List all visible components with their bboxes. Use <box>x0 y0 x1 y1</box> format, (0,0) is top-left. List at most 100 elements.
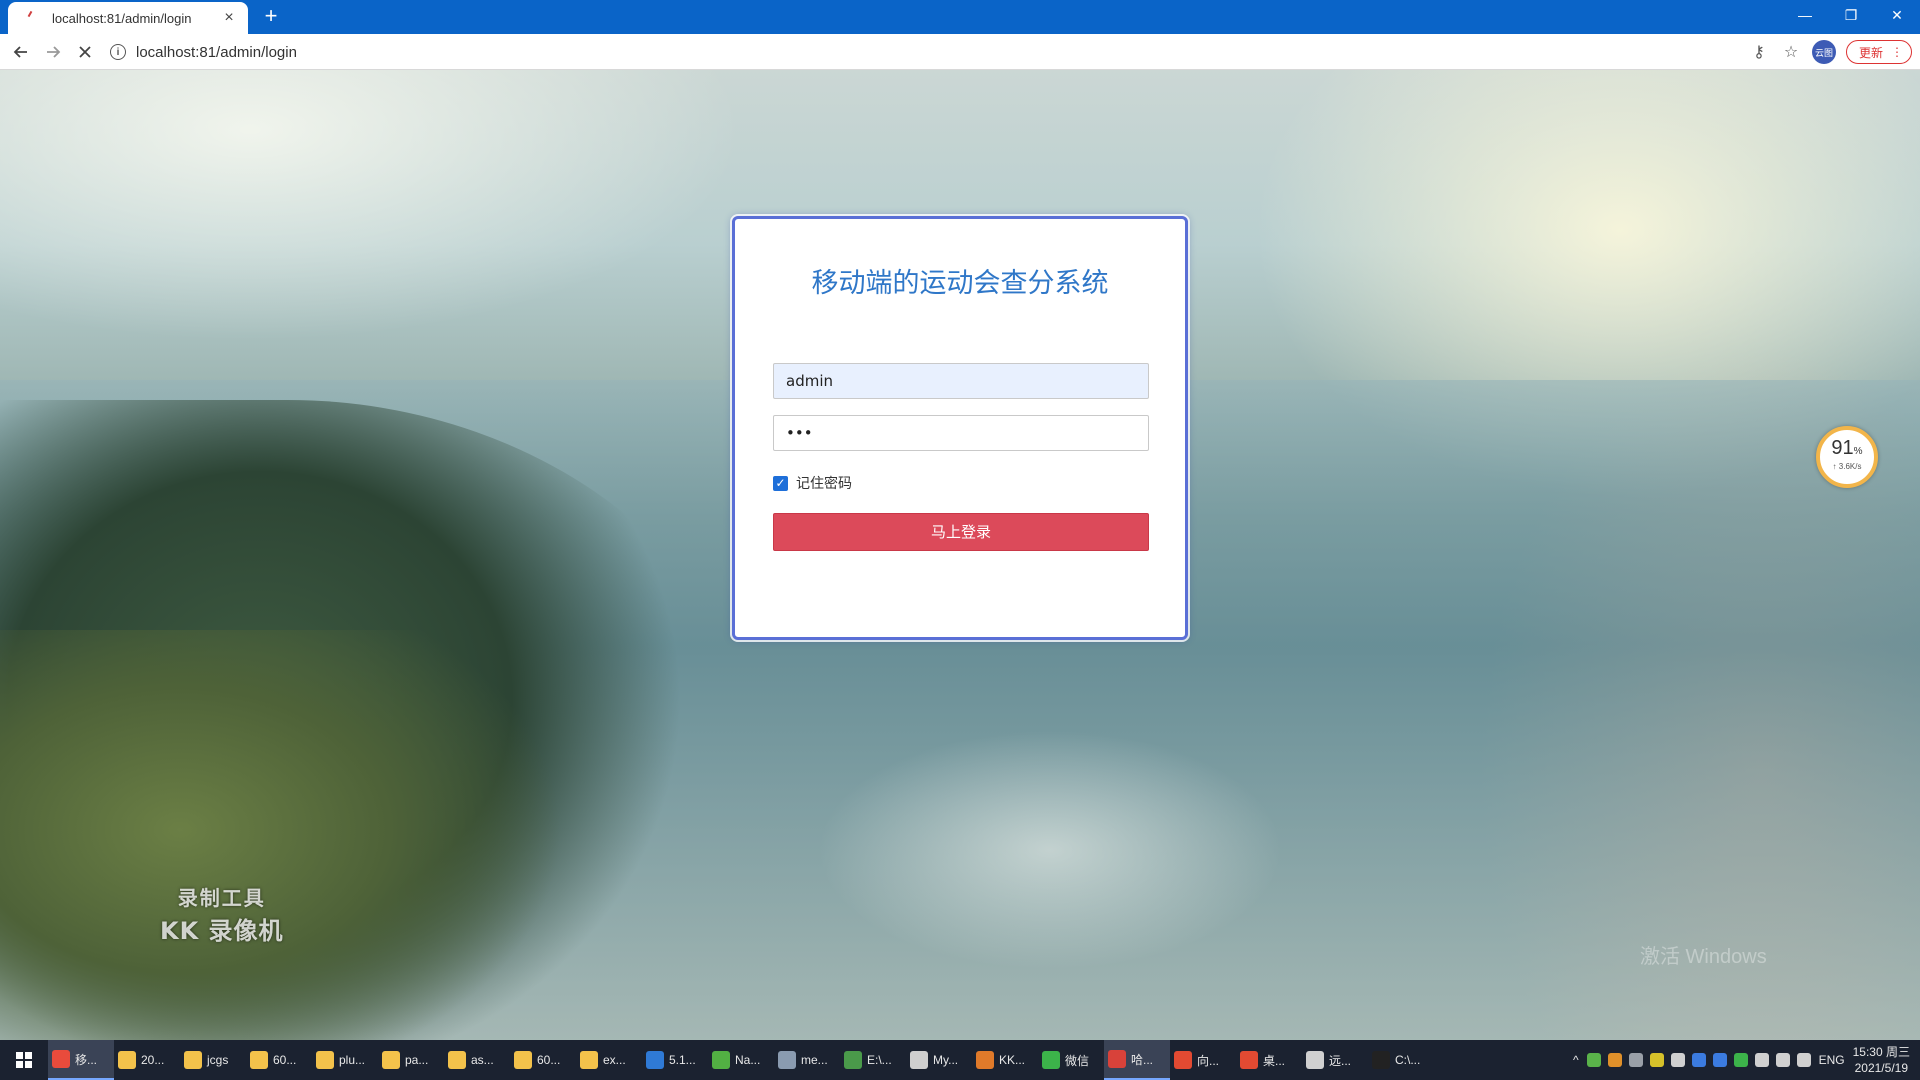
star-icon[interactable]: ☆ <box>1780 42 1802 62</box>
omnibox[interactable]: i localhost:81/admin/login <box>110 38 1790 66</box>
folder-icon <box>514 1051 532 1069</box>
profile-avatar[interactable]: 云图 <box>1811 40 1836 64</box>
new-tab-button[interactable]: + <box>258 4 284 30</box>
network-speed-widget[interactable]: 91% ↑ 3.6K/s <box>1816 426 1878 488</box>
taskbar-item[interactable]: My... <box>906 1040 972 1080</box>
taskbar-item[interactable]: plu... <box>312 1040 378 1080</box>
tray-app-icon[interactable] <box>1733 1053 1748 1067</box>
tray-icons <box>1586 1053 1811 1067</box>
page-title: 移动端的运动会查分系统 <box>811 268 1109 299</box>
loading-favicon-icon <box>22 10 38 26</box>
windows-logo-icon <box>16 1052 32 1068</box>
info-icon[interactable]: i <box>110 44 126 60</box>
navicat-icon <box>712 1051 730 1069</box>
close-tab-icon[interactable]: × <box>220 9 238 27</box>
restore-button[interactable]: ❐ <box>1828 0 1874 30</box>
taskbar-item[interactable]: me... <box>774 1040 840 1080</box>
taskbar-item[interactable]: E:\... <box>840 1040 906 1080</box>
taskbar-item[interactable]: KK... <box>972 1040 1038 1080</box>
taskbar-item[interactable]: 20... <box>114 1040 180 1080</box>
taskbar-item-label: jcgs <box>207 1053 229 1067</box>
language-indicator[interactable]: ENG <box>1819 1053 1845 1067</box>
taskbar-item-label: 向... <box>1197 1053 1220 1068</box>
system-tray: ^ ENG 15:30 周三 2021/5/19 <box>1573 1040 1920 1080</box>
folder-icon <box>580 1051 598 1069</box>
taskbar-item-label: as... <box>471 1053 494 1067</box>
feather-icon <box>910 1051 928 1069</box>
update-label: 更新 <box>1858 45 1883 60</box>
tray-app-icon[interactable] <box>1586 1053 1601 1067</box>
tray-app-icon[interactable] <box>1754 1053 1769 1067</box>
taskbar-item[interactable]: as... <box>444 1040 510 1080</box>
tray-app-icon[interactable] <box>1712 1053 1727 1067</box>
url-text[interactable]: localhost:81/admin/login <box>136 44 297 61</box>
tray-app-icon[interactable] <box>1607 1053 1622 1067</box>
back-button[interactable] <box>8 39 34 65</box>
more-menu-icon[interactable]: ⋮ <box>1891 45 1903 59</box>
taskbar-item-label: 60... <box>537 1053 561 1067</box>
tray-app-icon[interactable] <box>1628 1053 1643 1067</box>
remember-checkbox[interactable]: ✓ <box>773 475 788 491</box>
tray-up-arrow-icon[interactable]: ^ <box>1573 1053 1579 1067</box>
background-grass <box>0 630 680 1040</box>
clock[interactable]: 15:30 周三 2021/5/19 <box>1853 1044 1910 1076</box>
taskbar-item[interactable]: 60... <box>510 1040 576 1080</box>
password-input[interactable] <box>773 415 1149 451</box>
browser-tab-bar: localhost:81/admin/login × + — ❐ ✕ <box>0 0 1920 34</box>
login-button[interactable]: 马上登录 <box>773 513 1149 551</box>
remember-password[interactable]: ✓ 记住密码 <box>773 473 852 493</box>
start-button[interactable] <box>0 1040 48 1080</box>
terminal-icon <box>1372 1051 1390 1069</box>
minimize-button[interactable]: — <box>1782 0 1828 30</box>
taskbar-item-label: 微信 <box>1065 1053 1090 1068</box>
remember-label: 记住密码 <box>796 476 852 492</box>
taskbar-item[interactable]: 向... <box>1170 1040 1236 1080</box>
wechat-icon <box>1042 1051 1060 1069</box>
update-button[interactable]: 更新 ⋮ <box>1845 40 1912 64</box>
stop-loading-button[interactable] <box>72 39 98 65</box>
taskbar-item[interactable]: 桌... <box>1236 1040 1302 1080</box>
tray-app-icon[interactable] <box>1775 1053 1790 1067</box>
taskbar-item-label: pa... <box>405 1053 429 1067</box>
login-card: 移动端的运动会查分系统 ✓ 记住密码 马上登录 <box>732 216 1188 640</box>
speed-percent: 91% <box>1831 437 1863 459</box>
taskbar-item[interactable]: 5.1... <box>642 1040 708 1080</box>
key-icon[interactable]: ⚷ <box>1748 42 1770 62</box>
app-icon <box>1108 1050 1126 1068</box>
address-bar: i localhost:81/admin/login ⚷ ☆ 云图 更新 ⋮ <box>0 34 1920 70</box>
browser-tab[interactable]: localhost:81/admin/login × <box>8 2 248 34</box>
background-surf <box>700 670 1400 1030</box>
recorder-watermark: 录制工具 KK 录像机 <box>160 886 284 945</box>
close-window-button[interactable]: ✕ <box>1874 0 1920 30</box>
taskbar-item[interactable]: 60... <box>246 1040 312 1080</box>
taskbar-item-label: plu... <box>339 1053 366 1067</box>
tray-app-icon[interactable] <box>1649 1053 1664 1067</box>
taskbar-item[interactable]: jcgs <box>180 1040 246 1080</box>
username-input[interactable] <box>773 363 1149 399</box>
taskbar-item[interactable]: 远... <box>1302 1040 1368 1080</box>
taskbar-item-label: 5.1... <box>669 1053 696 1067</box>
taskbar-item[interactable]: C:\... <box>1368 1040 1434 1080</box>
taskbar-item-label: 哈... <box>1131 1052 1154 1067</box>
taskbar-item[interactable]: 哈... <box>1104 1040 1170 1080</box>
taskbar-item-label: 桌... <box>1263 1053 1286 1068</box>
taskbar-item-label: ex... <box>603 1053 626 1067</box>
tray-app-icon[interactable] <box>1796 1053 1811 1067</box>
taskbar-item[interactable]: Na... <box>708 1040 774 1080</box>
taskbar-item[interactable]: 微信 <box>1038 1040 1104 1080</box>
app-icon <box>1174 1051 1192 1069</box>
tray-app-icon[interactable] <box>1691 1053 1706 1067</box>
folder-icon <box>382 1051 400 1069</box>
forward-button[interactable] <box>40 39 66 65</box>
taskbar-item[interactable]: ex... <box>576 1040 642 1080</box>
taskbar-item[interactable]: 移... <box>48 1040 114 1080</box>
taskbar-item-label: 移... <box>75 1052 98 1067</box>
page-viewport: 移动端的运动会查分系统 ✓ 记住密码 马上登录 91% ↑ 3.6K/s 录制工… <box>0 70 1920 1040</box>
taskbar: 移... 20... jcgs 60... plu... pa... as... 60... e… <box>0 1040 1920 1080</box>
tray-app-icon[interactable] <box>1670 1053 1685 1067</box>
vscode-icon <box>646 1051 664 1069</box>
taskbar-item[interactable]: pa... <box>378 1040 444 1080</box>
kk-recorder-icon <box>976 1051 994 1069</box>
taskbar-item-label: Na... <box>735 1053 761 1067</box>
editor-icon <box>844 1051 862 1069</box>
